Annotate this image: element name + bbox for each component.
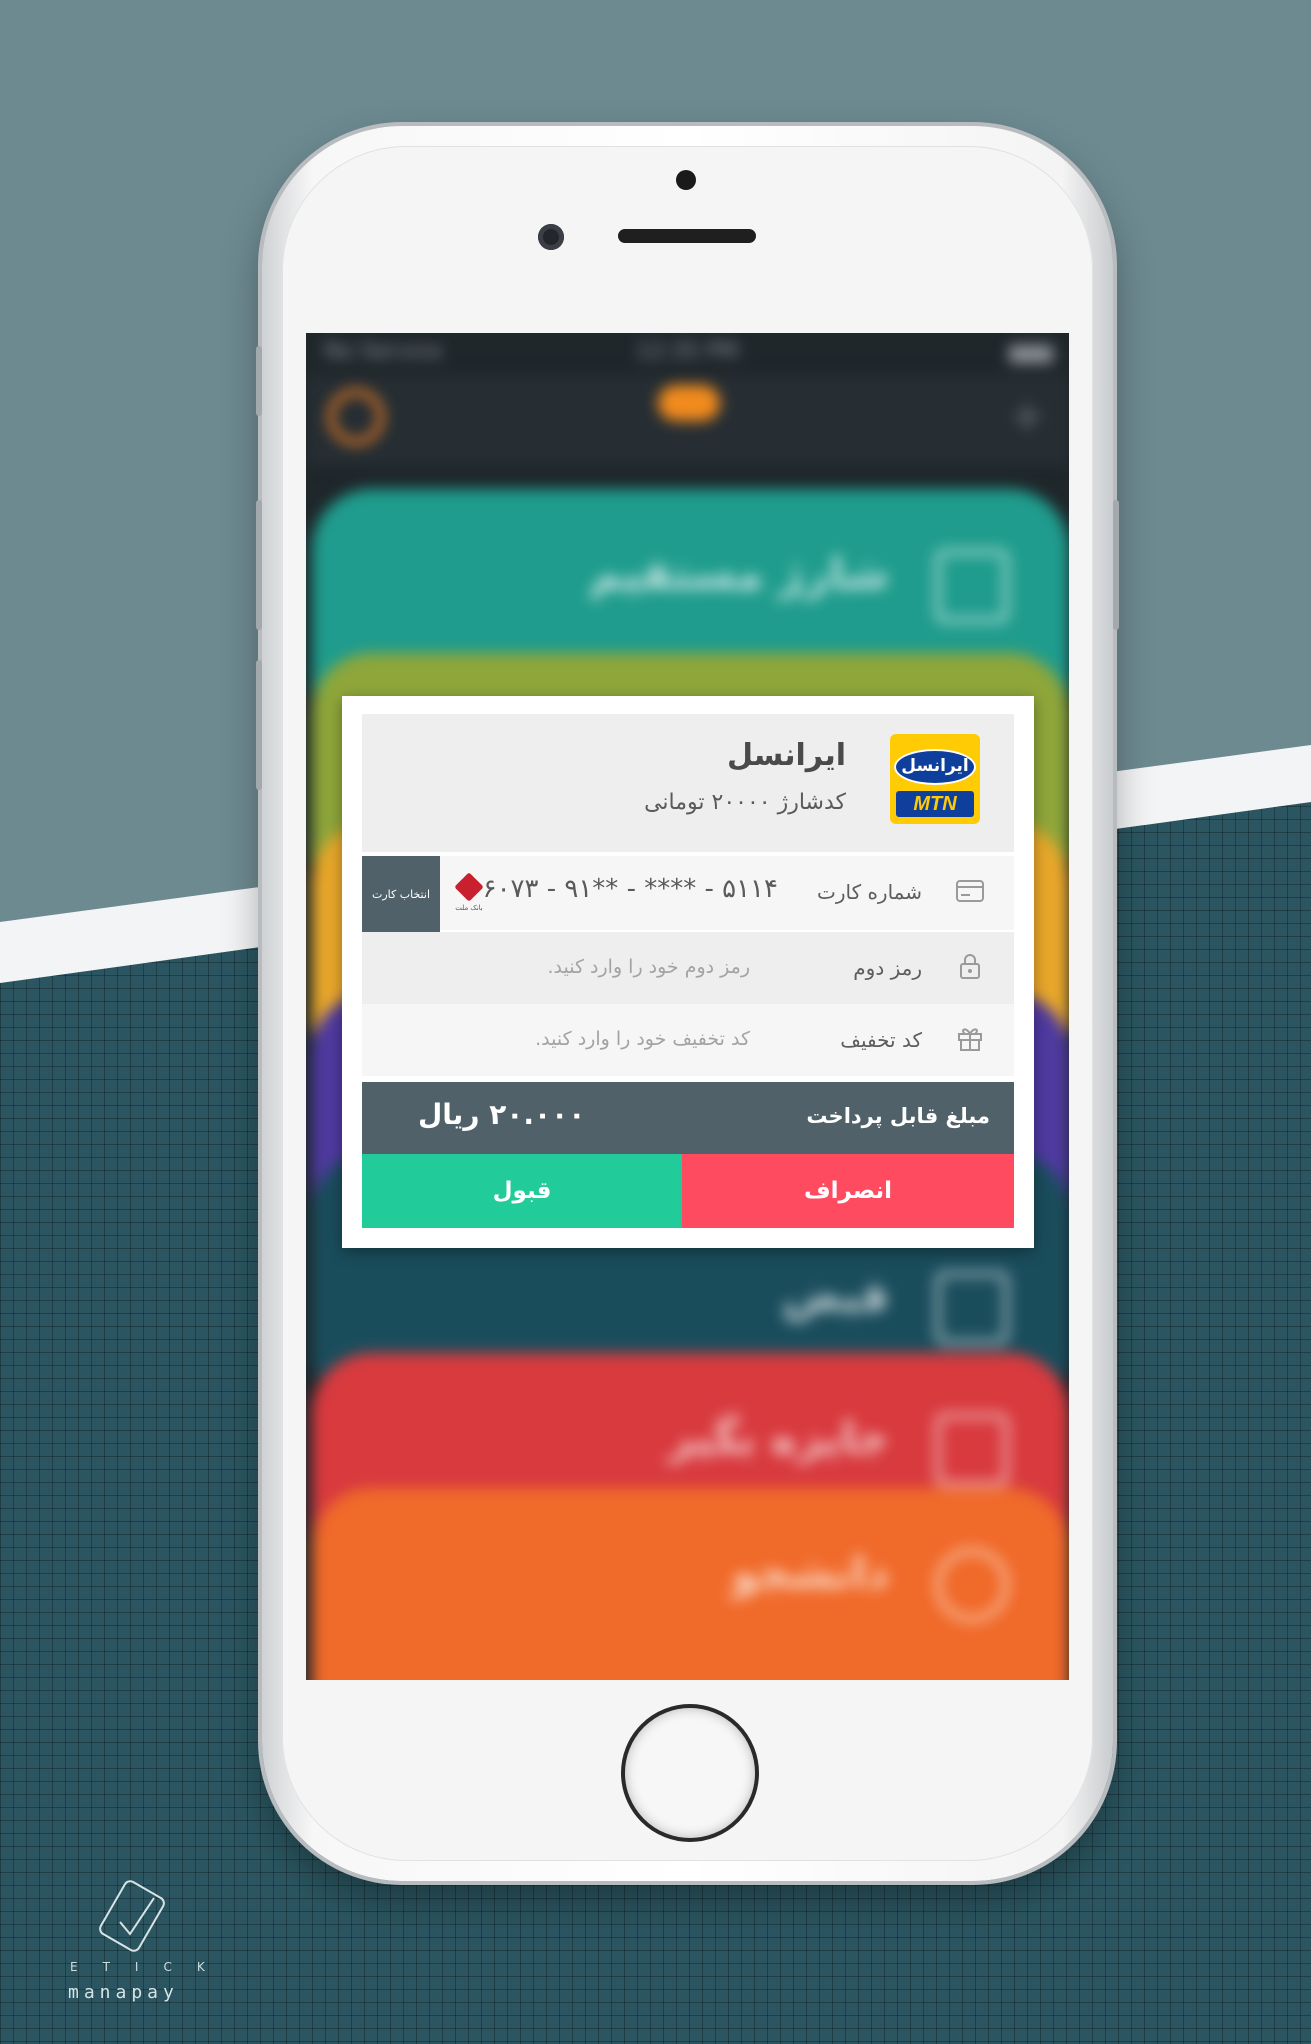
status-bar: No Service 12:35 PM (306, 333, 1069, 375)
credit-card-icon (956, 880, 984, 902)
ticket-icon (935, 1413, 1009, 1487)
earpiece-speaker (618, 229, 756, 243)
clock-text: 12:35 PM (636, 339, 739, 364)
plus-icon[interactable]: + (1010, 395, 1045, 437)
choose-card-button[interactable]: انتخاب کارت (362, 856, 440, 946)
card-number-label: شماره کارت (816, 880, 922, 904)
brand-small-text: ETICK (70, 1960, 230, 1974)
lock-icon (960, 954, 980, 979)
profile-avatar[interactable] (328, 389, 384, 445)
gift-icon (958, 1028, 982, 1051)
service-card-label: شارژ مستقیم (589, 549, 889, 600)
volume-up-button (256, 500, 262, 630)
discount-code-input[interactable]: کد تخفیف خود را وارد کنید. (535, 1028, 750, 1050)
app-logo (658, 385, 720, 421)
carrier-text: No Service (324, 339, 443, 364)
brand-watermark: ETICK manapay (62, 1878, 212, 2008)
card-number-value[interactable]: ۶۰۷۳ - ۹۱** - **** - ۵۱۱۴ (483, 874, 778, 904)
volume-down-button (256, 660, 262, 790)
charge-description: کدشارژ ۲۰۰۰۰ تومانی (644, 790, 846, 815)
proximity-sensor (676, 170, 696, 190)
power-button (1113, 500, 1119, 630)
irancell-logo-text: ایرانسل (894, 749, 976, 785)
brand-name: manapay (68, 1982, 179, 2003)
service-card-label: دانشجو (730, 1548, 889, 1599)
mtn-logo-text: MTN (896, 791, 974, 817)
payable-amount-bar: مبلغ قابل پرداخت ۲۰.۰۰۰ ریال (362, 1082, 1014, 1154)
discount-code-row[interactable]: کد تخفیف خود را وارد کنید. کد تخفیف (362, 1004, 1014, 1076)
bank-mellat-icon (454, 872, 484, 902)
mute-switch (256, 346, 262, 416)
payable-amount-value: ۲۰.۰۰۰ ریال (418, 1098, 586, 1131)
discount-code-label: کد تخفیف (840, 1028, 922, 1052)
second-password-row[interactable]: رمز دوم خود را وارد کنید. رمز دوم (362, 932, 1014, 1004)
battery-icon (1009, 345, 1053, 363)
student-icon (935, 1548, 1009, 1622)
bank-name: بانک ملت (455, 904, 483, 912)
app-top-nav: + (306, 375, 1069, 465)
accept-button[interactable]: قبول (362, 1154, 682, 1228)
service-card-label: قبض (782, 1271, 889, 1322)
second-password-input[interactable]: رمز دوم خود را وارد کنید. (547, 956, 750, 978)
operator-header: ایرانسل MTN ایرانسل کدشارژ ۲۰۰۰۰ تومانی (362, 714, 1014, 852)
payment-dialog: ایرانسل MTN ایرانسل کدشارژ ۲۰۰۰۰ تومانی … (342, 696, 1034, 1248)
cancel-button[interactable]: انصراف (682, 1154, 1014, 1228)
service-card-student[interactable]: دانشجو (312, 1488, 1069, 1680)
home-button[interactable] (621, 1704, 759, 1842)
service-card-label: جایزه بگیر (668, 1413, 889, 1464)
second-password-label: رمز دوم (853, 956, 922, 980)
brand-logo-icon (99, 1880, 165, 1952)
front-camera-icon (538, 224, 564, 250)
barcode-icon (935, 1271, 1009, 1345)
card-number-row: انتخاب کارت بانک ملت ۶۰۷۳ - ۹۱** - **** … (362, 856, 1014, 946)
sim-card-icon (935, 549, 1009, 623)
irancell-logo: ایرانسل MTN (890, 734, 980, 824)
operator-name: ایرانسل (726, 738, 846, 773)
payable-amount-label: مبلغ قابل پرداخت (806, 1104, 990, 1128)
